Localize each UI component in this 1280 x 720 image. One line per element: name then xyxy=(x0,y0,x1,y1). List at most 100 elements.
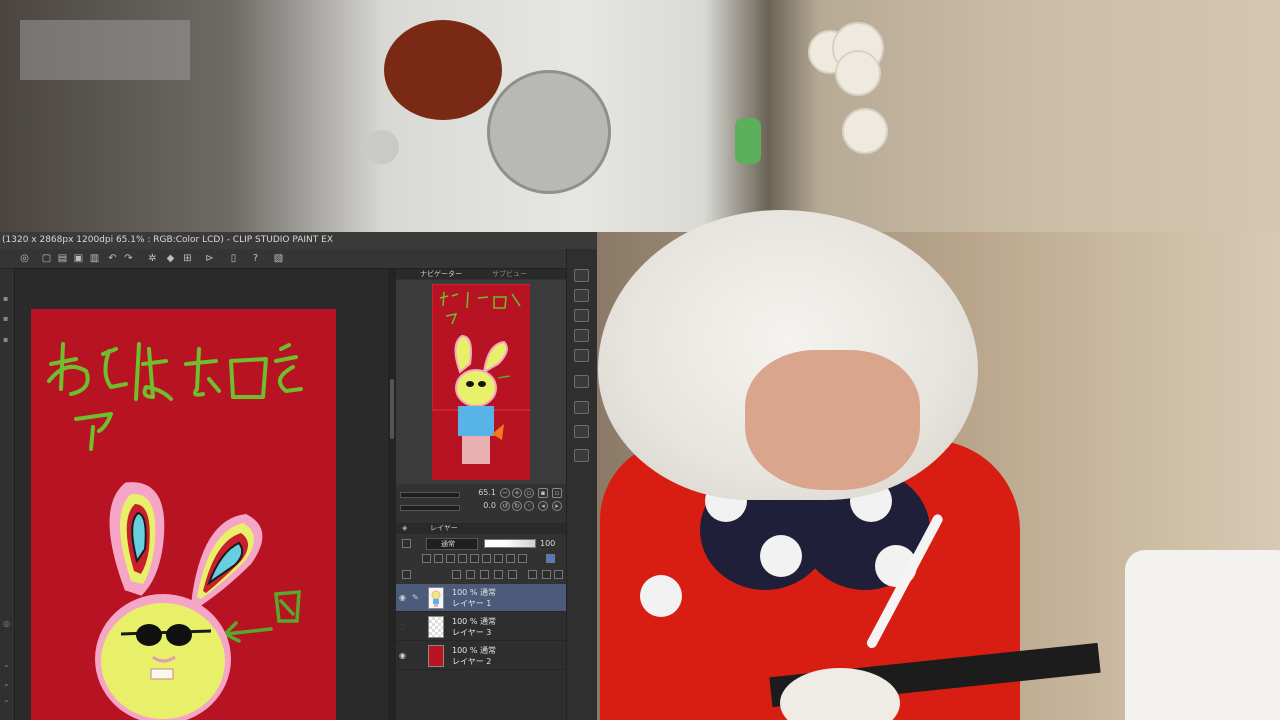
scroll-arrow-icon[interactable]: ⌃ xyxy=(3,699,12,708)
panel-icon[interactable] xyxy=(574,269,589,282)
eye-icon[interactable]: ◉ xyxy=(399,593,409,603)
blend-mode-select[interactable]: 通常 xyxy=(426,538,478,550)
menu-icon[interactable]: ◎ xyxy=(18,252,31,265)
pot-lid xyxy=(487,70,611,194)
save-icon[interactable]: ▣ xyxy=(72,252,85,265)
wall-plate xyxy=(842,108,888,154)
right-panel: ナビゲーター サブビュー 65.1 0.0 − + ▫ ▪ ▫ ↺ ↻ ◦ ◂ … xyxy=(396,269,566,720)
rabbit-head xyxy=(95,594,231,720)
new-folder-icon[interactable] xyxy=(480,570,489,579)
zoom-out-icon[interactable]: − xyxy=(500,488,510,498)
tab-navigator[interactable]: ナビゲーター xyxy=(420,269,462,279)
layer-row[interactable]: ◌ 100 % 通常 レイヤー 3 xyxy=(396,613,566,641)
rotation-slider[interactable] xyxy=(400,505,460,511)
zoom-icon[interactable]: ◎ xyxy=(3,619,12,628)
navigator-preview[interactable] xyxy=(396,280,566,484)
actual-size-icon[interactable]: ▫ xyxy=(524,488,534,498)
window-title: (1320 x 2868px 1200dpi 65.1% : RGB:Color… xyxy=(0,232,597,249)
layer-meta: 100 % 通常 xyxy=(452,646,496,655)
opacity-slider[interactable] xyxy=(484,539,536,548)
flip-vertical-icon[interactable]: ▸ xyxy=(552,501,562,511)
zoom-in-icon[interactable]: + xyxy=(512,488,522,498)
layer-thumbnail xyxy=(428,616,444,638)
settings-icon[interactable]: ✲ xyxy=(146,252,159,265)
layer-list: ◉ ✎ 100 % 通常 レイヤー 1 ◌ 100 % 通常 レイヤー 3 ◉ … xyxy=(396,584,566,720)
tab-subview[interactable]: サブビュー xyxy=(492,269,527,279)
fit-icon[interactable]: ▪ xyxy=(538,488,548,498)
close-panel-icon[interactable] xyxy=(574,375,589,388)
panel-icon[interactable] xyxy=(574,401,589,414)
scroll-arrow-icon[interactable]: ⌄ xyxy=(3,679,12,688)
page-icon[interactable]: ▯ xyxy=(227,252,240,265)
layer-color-icon[interactable] xyxy=(402,539,411,548)
panel-icon[interactable] xyxy=(574,425,589,438)
reset-rotation-icon[interactable]: ◦ xyxy=(524,501,534,511)
layer-name: レイヤー 1 xyxy=(452,599,492,608)
eye-icon[interactable]: ◉ xyxy=(399,651,409,661)
panel-icon[interactable] xyxy=(574,329,589,342)
scroll-arrow-icon[interactable]: ⌃ xyxy=(3,664,12,673)
layer-panel-header: ◈ レイヤー xyxy=(396,523,566,534)
delete-layer-icon[interactable] xyxy=(554,570,563,579)
zoom-slider[interactable] xyxy=(400,492,460,498)
flip-horizontal-icon[interactable]: ◂ xyxy=(538,501,548,511)
tab-layer[interactable]: レイヤー xyxy=(430,523,458,534)
mask-icon[interactable] xyxy=(470,554,479,563)
eye-off-icon[interactable]: ◌ xyxy=(399,622,409,632)
panel-icon[interactable] xyxy=(574,449,589,462)
navigator-thumbnail xyxy=(432,284,530,480)
new-icon[interactable]: ▢ xyxy=(40,252,53,265)
image-icon[interactable]: ▧ xyxy=(272,252,285,265)
new-raster-layer-icon[interactable] xyxy=(452,570,461,579)
layer-settings-icon[interactable] xyxy=(518,554,527,563)
fit-window-icon[interactable]: ▫ xyxy=(552,488,562,498)
ruler-icon[interactable] xyxy=(482,554,491,563)
canvas-area[interactable] xyxy=(16,269,388,720)
clip-icon[interactable] xyxy=(422,554,431,563)
layer-row[interactable]: ◉ ✎ 100 % 通常 レイヤー 1 xyxy=(396,584,566,612)
kitchen-timer xyxy=(735,118,761,164)
layers-panel-icon[interactable] xyxy=(574,309,589,322)
tool-icon[interactable]: ▪ xyxy=(3,314,12,323)
new-vector-layer-icon[interactable] xyxy=(466,570,475,579)
drawing-canvas[interactable] xyxy=(31,309,336,720)
redo-icon[interactable]: ↷ xyxy=(122,252,135,265)
panel-icon[interactable] xyxy=(574,349,589,362)
lock-alpha-icon[interactable] xyxy=(458,554,467,563)
copy-layer-icon[interactable] xyxy=(542,570,551,579)
save-as-icon[interactable]: ▥ xyxy=(88,252,101,265)
mask-add-icon[interactable] xyxy=(528,570,537,579)
scrollbar-thumb[interactable] xyxy=(390,379,394,439)
webcam-background-top xyxy=(0,0,1280,232)
reference-icon[interactable] xyxy=(434,554,443,563)
help-icon[interactable]: ? xyxy=(249,252,262,265)
rotate-left-icon[interactable]: ↺ xyxy=(500,501,510,511)
open-icon[interactable]: ▤ xyxy=(56,252,69,265)
layer-toolbar xyxy=(396,553,566,583)
layer-name: レイヤー 3 xyxy=(452,628,492,637)
play-icon[interactable]: ⊳ xyxy=(203,252,216,265)
merge-icon[interactable] xyxy=(508,570,517,579)
transfer-icon[interactable] xyxy=(494,570,503,579)
tool-icon[interactable]: ▪ xyxy=(3,335,12,344)
transform-icon[interactable]: ⊞ xyxy=(181,252,194,265)
fill-icon[interactable]: ◆ xyxy=(164,252,177,265)
zoom-value: 65.1 xyxy=(478,488,496,497)
tool-strip: ▪ ▪ ▪ ◎ ⌃ ⌄ ⌃ xyxy=(0,269,15,720)
undo-icon[interactable]: ↶ xyxy=(106,252,119,265)
selected-tool-icon[interactable] xyxy=(546,554,555,563)
draft-icon[interactable] xyxy=(506,554,515,563)
panel-icon[interactable] xyxy=(574,289,589,302)
layer-row[interactable]: ◉ 100 % 通常 レイヤー 2 xyxy=(396,642,566,670)
layers-icon: ◈ xyxy=(402,524,408,532)
lock-layer-icon[interactable] xyxy=(446,554,455,563)
canvas-drawing xyxy=(47,342,303,720)
rotate-right-icon[interactable]: ↻ xyxy=(512,501,522,511)
lock-icon[interactable]: ▪ xyxy=(3,294,12,303)
layer-menu-icon[interactable] xyxy=(402,570,411,579)
opacity-value: 100 xyxy=(540,539,556,548)
wall-knob xyxy=(365,130,399,164)
canvas-scrollbar[interactable] xyxy=(388,269,396,720)
palette-icon[interactable] xyxy=(494,554,503,563)
rabbit-thumb-icon xyxy=(431,590,441,607)
